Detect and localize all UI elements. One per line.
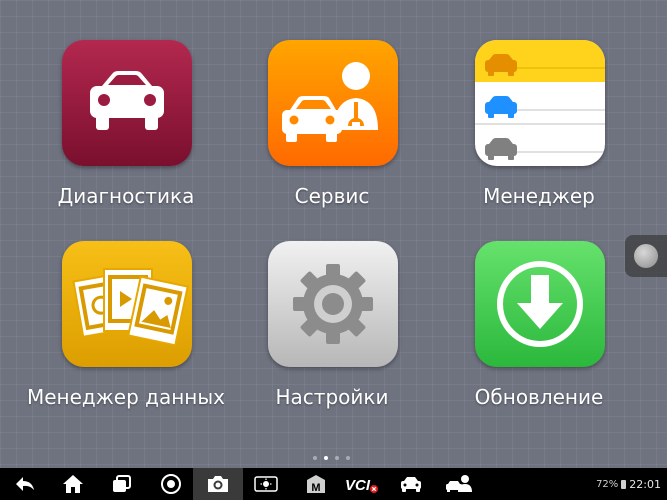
car-list-icon <box>475 40 605 166</box>
app-label: Настройки <box>275 385 389 409</box>
page-dot-active[interactable] <box>324 456 328 460</box>
download-arrow-icon <box>475 241 605 367</box>
back-icon <box>16 477 34 491</box>
maxifix-icon: M <box>307 475 325 494</box>
camera-icon <box>208 476 228 492</box>
battery-level: 72% <box>596 478 619 490</box>
ball-icon <box>634 244 658 268</box>
car-user-button[interactable] <box>443 468 475 500</box>
camera-button[interactable] <box>193 468 243 500</box>
page-dot[interactable] <box>313 456 317 460</box>
brightness-button[interactable] <box>251 468 281 500</box>
status-area: 72% 22:01 <box>596 468 661 500</box>
image-files-icon <box>62 241 192 367</box>
app-label: Менеджер данных <box>26 385 225 409</box>
car-icon <box>62 40 192 166</box>
car-button[interactable] <box>396 468 426 500</box>
gear-icon <box>268 241 398 367</box>
app-label: Обновление <box>474 385 604 409</box>
app-label: Сервис <box>294 184 370 208</box>
home-button[interactable] <box>58 468 88 500</box>
home-icon <box>63 475 83 493</box>
car-mechanic-icon <box>268 40 398 166</box>
car-icon <box>401 477 421 492</box>
chrome-button[interactable] <box>156 468 186 500</box>
page-dot[interactable] <box>346 456 350 460</box>
brightness-icon <box>254 476 278 492</box>
maxifix-button[interactable]: M <box>301 468 331 500</box>
vci-button[interactable]: VCI <box>342 468 382 500</box>
clock: 22:01 <box>629 477 661 491</box>
recent-apps-button[interactable] <box>107 468 137 500</box>
battery-icon <box>621 479 627 489</box>
maxifix-label: M <box>311 482 320 494</box>
vci-label: VCI <box>345 477 371 494</box>
recent-apps-icon <box>113 475 131 492</box>
app-label: Менеджер <box>483 184 595 208</box>
back-button[interactable] <box>10 468 40 500</box>
car-user-icon <box>446 475 472 492</box>
app-label: Диагностика <box>57 184 195 208</box>
chrome-icon <box>161 474 181 494</box>
taskbar: M VCI 72% 22:01 <box>0 468 667 500</box>
page-dot[interactable] <box>335 456 339 460</box>
floating-ball-button[interactable] <box>625 235 667 277</box>
vci-icon: VCI <box>345 477 378 494</box>
